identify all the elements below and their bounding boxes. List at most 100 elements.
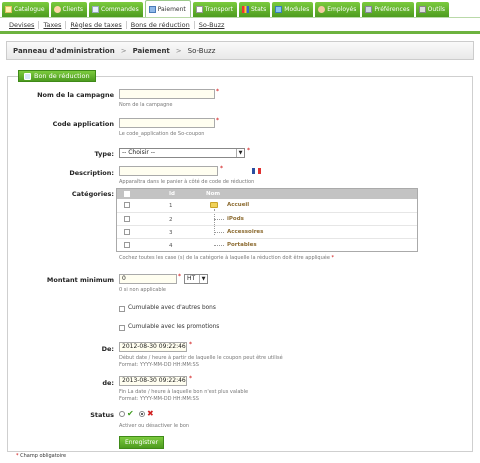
- tab-employes[interactable]: Employés: [315, 2, 361, 17]
- campaign-name-label: Nom de la campagne: [37, 91, 114, 99]
- category-checkbox[interactable]: [124, 229, 130, 235]
- category-row: 2 iPods: [117, 212, 417, 225]
- type-label: Type:: [94, 150, 114, 158]
- tab-commandes[interactable]: Commandes: [89, 2, 143, 17]
- tab-modules[interactable]: Modules: [272, 2, 314, 17]
- campaign-name-input[interactable]: [119, 89, 215, 99]
- french-flag-icon[interactable]: [252, 168, 261, 174]
- type-select[interactable]: -- Choisir -- ▼: [119, 148, 245, 158]
- cross-icon: ✖: [147, 409, 154, 418]
- date-to-label: de:: [102, 379, 114, 387]
- clients-icon: [53, 6, 61, 13]
- check-icon: ✔: [127, 409, 134, 418]
- stats-icon: [241, 6, 249, 13]
- category-checkbox[interactable]: [124, 202, 130, 208]
- description-hint: Apparaîtra dans le panier à côté de code…: [119, 179, 255, 185]
- category-name[interactable]: Accessoires: [227, 229, 263, 235]
- cumulable-bons-checkbox[interactable]: [119, 306, 125, 312]
- category-row: 3 Accessoires: [117, 225, 417, 238]
- required-mark: *: [216, 117, 219, 124]
- required-mark: *: [331, 255, 334, 261]
- date-from-format: Format: YYYY-MM-DD HH:MM:SS: [119, 362, 199, 368]
- breadcrumb-separator: >: [175, 46, 182, 55]
- tree-connector: [214, 245, 224, 246]
- tab-transport[interactable]: Transport: [192, 2, 237, 17]
- subtab-regles-taxes[interactable]: Règles de taxes: [66, 20, 127, 29]
- category-row: 1 Accueil: [117, 199, 417, 212]
- truck-icon: [195, 6, 203, 13]
- date-to-format: Format: YYYY-MM-DD HH:MM:SS: [119, 396, 199, 402]
- voucher-fieldset: Bon de réduction: [7, 70, 473, 452]
- breadcrumb-admin[interactable]: Panneau d'administration: [13, 47, 115, 55]
- chevron-down-icon: ▼: [236, 149, 244, 157]
- status-label: Status: [90, 411, 114, 419]
- tab-paiement[interactable]: Paiement: [144, 0, 191, 17]
- category-checkbox[interactable]: [124, 216, 130, 222]
- date-to-hint: Fin La date / heure à laquelle bon n'est…: [119, 389, 249, 395]
- category-id: 3: [169, 230, 173, 236]
- subtab-so-buzz[interactable]: So-Buzz: [195, 21, 229, 29]
- app-code-input[interactable]: [119, 118, 215, 128]
- category-row: 4 Portables: [117, 238, 417, 251]
- min-amount-label: Montant minimum: [46, 276, 114, 284]
- categories-header: Id Nom: [117, 189, 417, 199]
- categories-tree: Id Nom 1 Accueil 2 iPods 3 Accessoires 4…: [116, 188, 418, 252]
- category-name[interactable]: Portables: [227, 242, 257, 248]
- tab-catalogue[interactable]: Catalogue: [2, 2, 49, 17]
- fieldset-legend: Bon de réduction: [18, 70, 96, 82]
- tab-preferences[interactable]: Préférences: [362, 2, 414, 17]
- employees-icon: [318, 6, 326, 13]
- status-hint: Activer ou désactiver le bon: [119, 423, 190, 429]
- category-name[interactable]: iPods: [227, 216, 244, 222]
- campaign-name-hint: Nom de la campagne: [119, 102, 173, 108]
- required-mark: *: [216, 88, 219, 95]
- cumulable-promos-checkbox[interactable]: [119, 325, 125, 331]
- tree-connector: [214, 232, 224, 233]
- required-mark: *: [178, 273, 181, 280]
- breadcrumb-paiement[interactable]: Paiement: [133, 47, 170, 55]
- subtab-taxes[interactable]: Taxes: [39, 20, 67, 29]
- breadcrumb-current: So-Buzz: [187, 46, 216, 55]
- folder-icon: [210, 202, 218, 208]
- col-name-header: Nom: [206, 191, 221, 197]
- description-input[interactable]: [119, 166, 218, 176]
- category-id: 4: [169, 243, 173, 249]
- col-id-header: Id: [169, 191, 175, 197]
- save-button[interactable]: Enregistrer: [119, 436, 165, 449]
- category-id: 1: [169, 203, 173, 209]
- select-all-checkbox[interactable]: [124, 191, 130, 197]
- category-checkbox[interactable]: [124, 242, 130, 248]
- tab-clients[interactable]: Clients: [50, 2, 88, 17]
- status-disabled-radio[interactable]: [139, 411, 145, 417]
- date-from-label: De:: [101, 345, 114, 353]
- chevron-down-icon: ▼: [199, 275, 207, 283]
- subtab-bons-reduction[interactable]: Bons de réduction: [127, 20, 195, 29]
- modules-icon: [275, 6, 283, 13]
- tab-stats[interactable]: Stats: [238, 2, 271, 17]
- min-amount-input[interactable]: 0: [119, 274, 177, 284]
- date-from-input[interactable]: 2012-08-30 09:22:46: [119, 342, 187, 352]
- cumulable-promos-label[interactable]: Cumulable avec les promotions: [128, 324, 219, 330]
- required-mark: *: [189, 375, 192, 382]
- min-amount-hint: 0 si non applicable: [119, 287, 166, 293]
- tax-select[interactable]: HT ▼: [184, 274, 208, 284]
- tab-outils[interactable]: Outils: [415, 2, 450, 17]
- type-select-value: -- Choisir --: [122, 149, 156, 156]
- sub-tabs: Devises Taxes Règles de taxes Bons de ré…: [0, 17, 480, 34]
- date-to-input[interactable]: 2013-08-30 09:22:46: [119, 376, 187, 386]
- required-mark: *: [220, 165, 223, 172]
- subtab-devises[interactable]: Devises: [5, 20, 40, 29]
- voucher-icon: [24, 72, 31, 80]
- cumulable-bons-label[interactable]: Cumulable avec d'autres bons: [128, 305, 216, 311]
- required-mark: *: [189, 341, 192, 348]
- app-code-hint: Le code_application de So-coupon: [119, 131, 205, 137]
- category-id: 2: [169, 217, 173, 223]
- status-enabled-radio[interactable]: [119, 411, 125, 417]
- category-name[interactable]: Accueil: [227, 202, 249, 208]
- tools-icon: [418, 6, 426, 13]
- categories-hint: Cochez toutes les case (s) de la catégor…: [119, 255, 334, 261]
- preferences-icon: [365, 6, 373, 13]
- tax-select-value: HT: [187, 275, 196, 282]
- tree-connector: [214, 219, 224, 220]
- catalogue-icon: [5, 6, 12, 13]
